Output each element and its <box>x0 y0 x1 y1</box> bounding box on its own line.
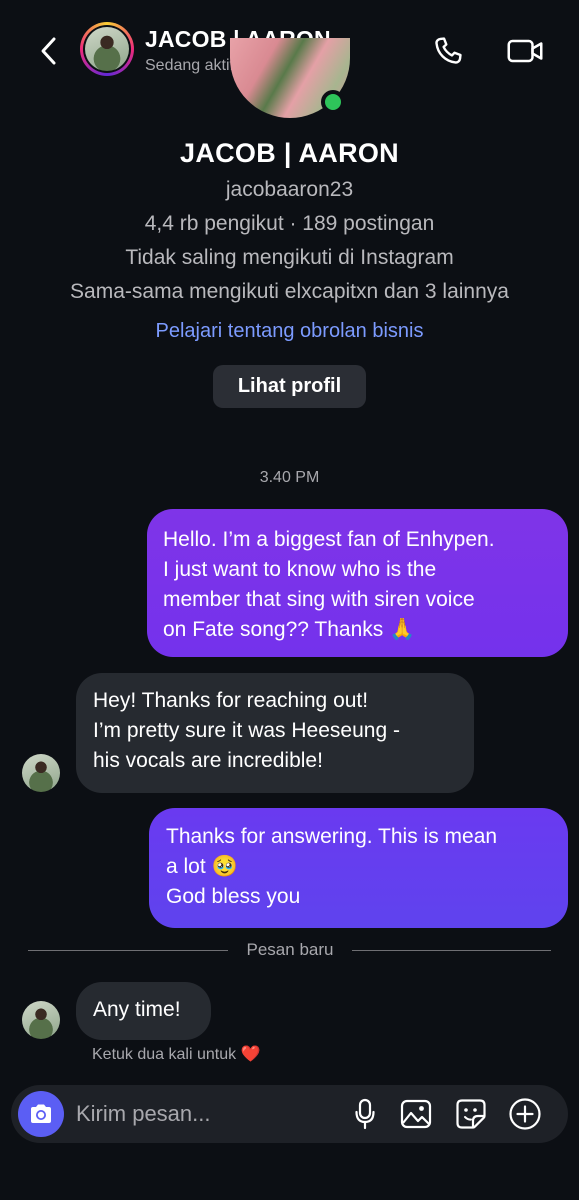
message-line: on Fate song?? Thanks 🙏 <box>163 618 416 641</box>
microphone-icon <box>355 1098 375 1130</box>
profile-name: JACOB | AARON <box>180 138 399 168</box>
message-input[interactable] <box>76 1097 336 1131</box>
phone-icon <box>435 37 462 64</box>
voice-call-button[interactable] <box>428 32 468 70</box>
camera-button[interactable] <box>18 1091 64 1137</box>
chevron-left-icon <box>41 37 56 65</box>
profile-username: jacobaaron23 <box>225 178 354 201</box>
active-status: Sedang aktif <box>145 57 234 74</box>
video-call-button[interactable] <box>504 32 546 70</box>
plus-circle-icon <box>509 1098 541 1130</box>
camera-icon <box>31 1104 51 1123</box>
message-line: Hello. I’m a biggest fan of Enhypen. <box>163 528 495 551</box>
video-camera-icon <box>507 39 543 63</box>
business-chat-link[interactable]: Pelajari tentang obrolan bisnis <box>0 320 579 343</box>
online-indicator <box>321 90 345 114</box>
sticker-button[interactable] <box>453 1096 489 1132</box>
follow-status: Tidak saling mengikuti di Instagram <box>125 246 454 269</box>
message-line: his vocals are incredible! <box>93 749 323 772</box>
incoming-message[interactable]: Any time! <box>76 982 211 1040</box>
back-button[interactable] <box>30 30 66 72</box>
view-profile-button[interactable]: Lihat profil <box>213 365 366 408</box>
message-line: Hey! Thanks for reaching out! <box>93 689 369 712</box>
header-avatar[interactable] <box>80 22 134 76</box>
new-messages-divider: Pesan baru <box>246 940 334 959</box>
message-line: God bless you <box>166 885 301 908</box>
message-line: I’m pretty sure it was Heeseung - <box>93 719 400 742</box>
message-line: I just want to know who is the <box>163 558 437 581</box>
message-line: member that sing with siren voice <box>163 588 475 611</box>
message-line: a lot 🥹 <box>166 855 238 878</box>
incoming-message[interactable]: Hey! Thanks for reaching out! I’m pretty… <box>76 673 474 793</box>
message-timestamp: 3.40 PM <box>259 469 320 486</box>
outgoing-message[interactable]: Thanks for answering. This is mean a lot… <box>149 808 568 928</box>
message-line: Thanks for answering. This is mean <box>166 825 498 848</box>
divider-line <box>352 950 551 951</box>
sender-avatar[interactable] <box>22 1001 60 1039</box>
sticker-icon <box>456 1099 486 1129</box>
gallery-button[interactable] <box>398 1096 434 1132</box>
sender-avatar[interactable] <box>22 754 60 792</box>
double-tap-hint: Ketuk dua kali untuk ❤️ <box>92 1046 261 1063</box>
profile-stats: 4,4 rb pengikut · 189 postingan <box>144 212 435 235</box>
mutual-followers: Sama-sama mengikuti elxcapitxn dan 3 lai… <box>70 280 509 303</box>
image-gallery-icon <box>400 1099 432 1129</box>
divider-line <box>28 950 228 951</box>
message-line: Any time! <box>93 998 181 1021</box>
outgoing-message[interactable]: Hello. I’m a biggest fan of Enhypen. I j… <box>147 509 568 657</box>
voice-message-button[interactable] <box>347 1096 383 1132</box>
more-options-button[interactable] <box>507 1096 543 1132</box>
